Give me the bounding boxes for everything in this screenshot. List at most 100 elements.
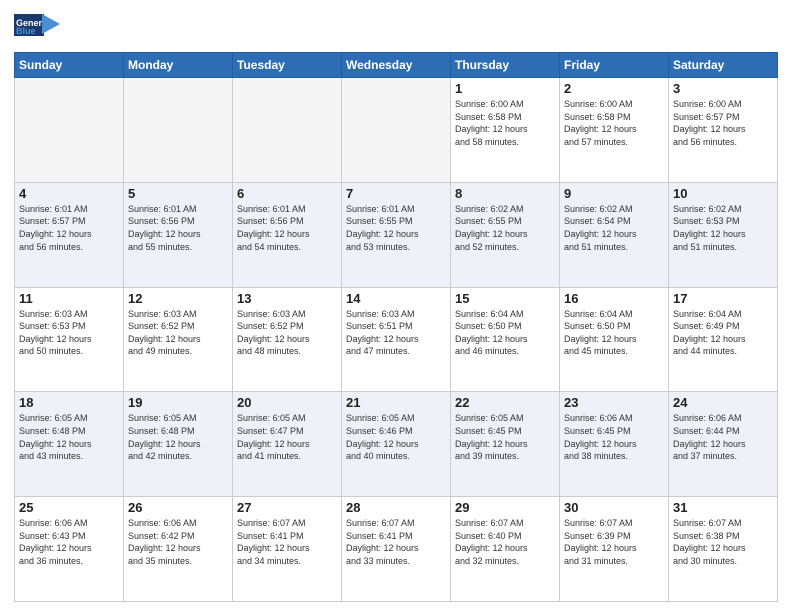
day-info: Sunrise: 6:07 AMSunset: 6:40 PMDaylight:…	[455, 517, 555, 567]
day-info: Sunrise: 6:01 AMSunset: 6:55 PMDaylight:…	[346, 203, 446, 253]
calendar-cell: 26Sunrise: 6:06 AMSunset: 6:42 PMDayligh…	[124, 497, 233, 602]
calendar-cell: 5 Sunrise: 6:01 AMSunset: 6:56 PMDaylight…	[124, 182, 233, 287]
calendar-week-row: 25Sunrise: 6:06 AMSunset: 6:43 PMDayligh…	[15, 497, 778, 602]
calendar-cell: 3 Sunrise: 6:00 AMSunset: 6:57 PMDaylight…	[669, 78, 778, 183]
calendar-week-row: 11 Sunrise: 6:03 AMSunset: 6:53 PMDayligh…	[15, 287, 778, 392]
day-number: 10	[673, 186, 773, 201]
day-info: Sunrise: 6:03 AMSunset: 6:51 PMDaylight:…	[346, 308, 446, 358]
day-info: Sunrise: 6:05 AMSunset: 6:45 PMDaylight:…	[455, 412, 555, 462]
day-number: 6	[237, 186, 337, 201]
calendar-cell	[233, 78, 342, 183]
day-info: Sunrise: 6:02 AMSunset: 6:54 PMDaylight:…	[564, 203, 664, 253]
day-number: 4	[19, 186, 119, 201]
day-number: 21	[346, 395, 446, 410]
day-number: 24	[673, 395, 773, 410]
day-header-friday: Friday	[560, 53, 669, 78]
calendar-header-row: SundayMondayTuesdayWednesdayThursdayFrid…	[15, 53, 778, 78]
day-info: Sunrise: 6:07 AMSunset: 6:39 PMDaylight:…	[564, 517, 664, 567]
day-header-saturday: Saturday	[669, 53, 778, 78]
calendar-cell: 21 Sunrise: 6:05 AMSunset: 6:46 PMDayligh…	[342, 392, 451, 497]
calendar-cell: 22 Sunrise: 6:05 AMSunset: 6:45 PMDayligh…	[451, 392, 560, 497]
day-number: 28	[346, 500, 446, 515]
day-header-thursday: Thursday	[451, 53, 560, 78]
day-info: Sunrise: 6:07 AMSunset: 6:41 PMDaylight:…	[237, 517, 337, 567]
calendar-cell: 4 Sunrise: 6:01 AMSunset: 6:57 PMDaylight…	[15, 182, 124, 287]
day-number: 1	[455, 81, 555, 96]
calendar-cell: 27Sunrise: 6:07 AMSunset: 6:41 PMDayligh…	[233, 497, 342, 602]
day-number: 11	[19, 291, 119, 306]
day-number: 23	[564, 395, 664, 410]
day-number: 12	[128, 291, 228, 306]
calendar-cell: 15 Sunrise: 6:04 AMSunset: 6:50 PMDayligh…	[451, 287, 560, 392]
calendar-cell: 8 Sunrise: 6:02 AMSunset: 6:55 PMDaylight…	[451, 182, 560, 287]
day-info: Sunrise: 6:05 AMSunset: 6:46 PMDaylight:…	[346, 412, 446, 462]
calendar-cell: 7 Sunrise: 6:01 AMSunset: 6:55 PMDaylight…	[342, 182, 451, 287]
calendar-cell: 23 Sunrise: 6:06 AMSunset: 6:45 PMDayligh…	[560, 392, 669, 497]
calendar-cell: 12 Sunrise: 6:03 AMSunset: 6:52 PMDayligh…	[124, 287, 233, 392]
header: General Blue	[14, 10, 778, 46]
day-info: Sunrise: 6:03 AMSunset: 6:52 PMDaylight:…	[237, 308, 337, 358]
day-info: Sunrise: 6:05 AMSunset: 6:48 PMDaylight:…	[19, 412, 119, 462]
day-info: Sunrise: 6:06 AMSunset: 6:45 PMDaylight:…	[564, 412, 664, 462]
day-number: 2	[564, 81, 664, 96]
calendar-week-row: 18 Sunrise: 6:05 AMSunset: 6:48 PMDayligh…	[15, 392, 778, 497]
day-number: 16	[564, 291, 664, 306]
day-number: 20	[237, 395, 337, 410]
calendar-cell	[15, 78, 124, 183]
calendar-cell: 17 Sunrise: 6:04 AMSunset: 6:49 PMDayligh…	[669, 287, 778, 392]
day-info: Sunrise: 6:04 AMSunset: 6:50 PMDaylight:…	[564, 308, 664, 358]
calendar-cell: 29 Sunrise: 6:07 AMSunset: 6:40 PMDayligh…	[451, 497, 560, 602]
svg-text:Blue: Blue	[16, 26, 36, 36]
day-info: Sunrise: 6:00 AMSunset: 6:57 PMDaylight:…	[673, 98, 773, 148]
calendar-cell	[342, 78, 451, 183]
page: General Blue SundayMondayTuesdayWednesda…	[0, 0, 792, 612]
day-info: Sunrise: 6:04 AMSunset: 6:49 PMDaylight:…	[673, 308, 773, 358]
day-info: Sunrise: 6:06 AMSunset: 6:42 PMDaylight:…	[128, 517, 228, 567]
day-number: 29	[455, 500, 555, 515]
day-info: Sunrise: 6:02 AMSunset: 6:53 PMDaylight:…	[673, 203, 773, 253]
day-header-sunday: Sunday	[15, 53, 124, 78]
day-header-monday: Monday	[124, 53, 233, 78]
day-info: Sunrise: 6:06 AMSunset: 6:44 PMDaylight:…	[673, 412, 773, 462]
day-number: 15	[455, 291, 555, 306]
day-header-tuesday: Tuesday	[233, 53, 342, 78]
calendar-cell: 16 Sunrise: 6:04 AMSunset: 6:50 PMDayligh…	[560, 287, 669, 392]
day-info: Sunrise: 6:05 AMSunset: 6:47 PMDaylight:…	[237, 412, 337, 462]
day-info: Sunrise: 6:04 AMSunset: 6:50 PMDaylight:…	[455, 308, 555, 358]
day-info: Sunrise: 6:05 AMSunset: 6:48 PMDaylight:…	[128, 412, 228, 462]
day-number: 3	[673, 81, 773, 96]
day-number: 14	[346, 291, 446, 306]
day-info: Sunrise: 6:06 AMSunset: 6:43 PMDaylight:…	[19, 517, 119, 567]
day-number: 18	[19, 395, 119, 410]
calendar-cell: 30Sunrise: 6:07 AMSunset: 6:39 PMDayligh…	[560, 497, 669, 602]
day-info: Sunrise: 6:03 AMSunset: 6:52 PMDaylight:…	[128, 308, 228, 358]
day-number: 17	[673, 291, 773, 306]
day-info: Sunrise: 6:00 AMSunset: 6:58 PMDaylight:…	[564, 98, 664, 148]
day-info: Sunrise: 6:07 AMSunset: 6:41 PMDaylight:…	[346, 517, 446, 567]
day-number: 9	[564, 186, 664, 201]
day-number: 5	[128, 186, 228, 201]
day-info: Sunrise: 6:02 AMSunset: 6:55 PMDaylight:…	[455, 203, 555, 253]
day-info: Sunrise: 6:07 AMSunset: 6:38 PMDaylight:…	[673, 517, 773, 567]
calendar-cell: 11 Sunrise: 6:03 AMSunset: 6:53 PMDayligh…	[15, 287, 124, 392]
calendar-cell: 20 Sunrise: 6:05 AMSunset: 6:47 PMDayligh…	[233, 392, 342, 497]
calendar-cell: 9 Sunrise: 6:02 AMSunset: 6:54 PMDaylight…	[560, 182, 669, 287]
day-info: Sunrise: 6:03 AMSunset: 6:53 PMDaylight:…	[19, 308, 119, 358]
calendar-cell: 13Sunrise: 6:03 AMSunset: 6:52 PMDayligh…	[233, 287, 342, 392]
day-info: Sunrise: 6:01 AMSunset: 6:57 PMDaylight:…	[19, 203, 119, 253]
calendar-week-row: 1 Sunrise: 6:00 AMSunset: 6:58 PMDaylight…	[15, 78, 778, 183]
day-info: Sunrise: 6:00 AMSunset: 6:58 PMDaylight:…	[455, 98, 555, 148]
calendar-week-row: 4 Sunrise: 6:01 AMSunset: 6:57 PMDaylight…	[15, 182, 778, 287]
day-info: Sunrise: 6:01 AMSunset: 6:56 PMDaylight:…	[128, 203, 228, 253]
day-info: Sunrise: 6:01 AMSunset: 6:56 PMDaylight:…	[237, 203, 337, 253]
logo: General Blue	[14, 10, 60, 46]
calendar-table: SundayMondayTuesdayWednesdayThursdayFrid…	[14, 52, 778, 602]
day-number: 22	[455, 395, 555, 410]
calendar-cell: 14 Sunrise: 6:03 AMSunset: 6:51 PMDayligh…	[342, 287, 451, 392]
day-number: 8	[455, 186, 555, 201]
calendar-cell: 6 Sunrise: 6:01 AMSunset: 6:56 PMDaylight…	[233, 182, 342, 287]
day-number: 31	[673, 500, 773, 515]
day-header-wednesday: Wednesday	[342, 53, 451, 78]
day-number: 7	[346, 186, 446, 201]
calendar-cell: 31 Sunrise: 6:07 AMSunset: 6:38 PMDayligh…	[669, 497, 778, 602]
